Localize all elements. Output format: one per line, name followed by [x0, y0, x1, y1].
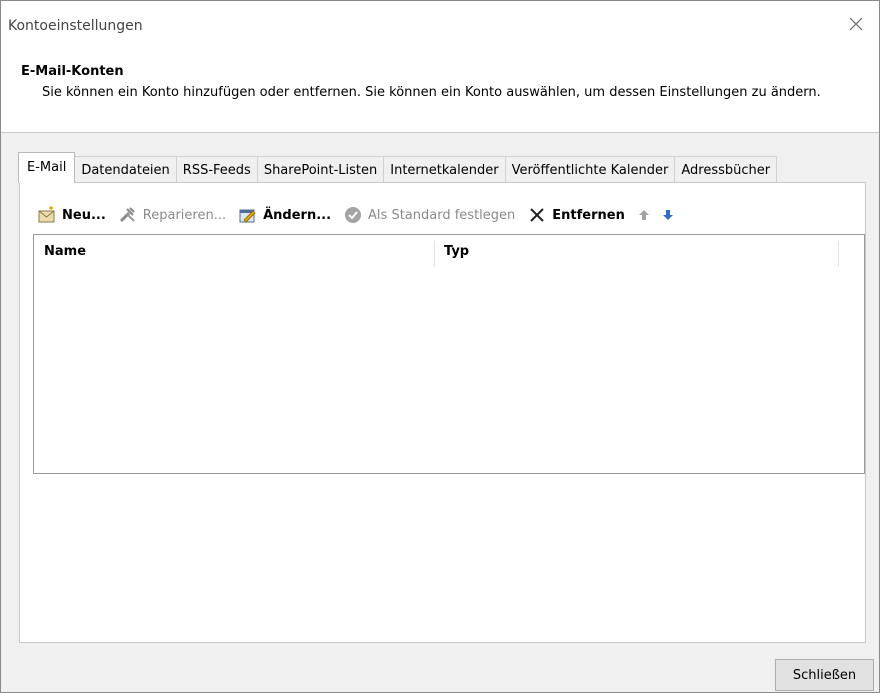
tab-strip: E-Mail Datendateien RSS-Feeds SharePoint… — [18, 152, 778, 183]
arrow-down-icon — [662, 210, 673, 220]
column-header-type[interactable]: Typ — [444, 235, 469, 268]
close-button[interactable]: Schließen — [775, 659, 874, 691]
column-divider[interactable] — [434, 241, 435, 267]
tab-sharepoint-lists[interactable]: SharePoint-Listen — [256, 156, 385, 183]
tab-internet-calendars[interactable]: Internetkalender — [383, 156, 506, 183]
section-description: Sie können ein Konto hinzufügen oder ent… — [42, 85, 821, 100]
change-label: Ändern... — [263, 207, 332, 223]
move-down-button[interactable] — [660, 207, 676, 223]
column-divider[interactable] — [838, 241, 839, 267]
close-x-icon — [526, 204, 548, 226]
accounts-list[interactable]: Name Typ — [33, 234, 865, 474]
tab-published-calendars[interactable]: Veröffentlichte Kalender — [504, 156, 676, 183]
change-button[interactable]: Ändern... — [237, 204, 331, 226]
remove-label: Entfernen — [552, 207, 625, 223]
close-icon — [849, 17, 863, 31]
tab-rss-feeds[interactable]: RSS-Feeds — [175, 156, 258, 183]
repair-tools-icon — [117, 204, 139, 226]
repair-label: Reparieren... — [142, 207, 227, 223]
column-header-name[interactable]: Name — [44, 235, 86, 268]
section-title: E-Mail-Konten — [21, 64, 124, 79]
set-default-button[interactable]: Als Standard festlegen — [342, 204, 515, 226]
tab-data-files[interactable]: Datendateien — [74, 156, 177, 183]
new-account-button[interactable]: Neu... — [36, 204, 106, 226]
tab-address-books[interactable]: Adressbücher — [674, 156, 778, 183]
arrow-up-icon — [638, 210, 649, 220]
set-default-label: Als Standard festlegen — [368, 207, 516, 223]
change-settings-icon — [237, 204, 259, 226]
toolbar: Neu... Reparieren... Ändern... Als Stand… — [36, 199, 855, 231]
title-bar: Kontoeinstellungen — [1, 1, 879, 37]
window-title: Kontoeinstellungen — [8, 18, 143, 34]
move-up-button[interactable] — [636, 207, 652, 223]
account-settings-dialog: Kontoeinstellungen E-Mail-Konten Sie kön… — [0, 0, 880, 693]
check-circle-icon — [342, 204, 364, 226]
tab-email[interactable]: E-Mail — [18, 152, 76, 183]
email-tab-panel: Neu... Reparieren... Ändern... Als Stand… — [19, 182, 866, 643]
new-mail-icon — [36, 204, 58, 226]
repair-button[interactable]: Reparieren... — [117, 204, 226, 226]
new-account-label: Neu... — [62, 207, 106, 223]
dialog-header: E-Mail-Konten Sie können ein Konto hinzu… — [1, 37, 879, 133]
remove-button[interactable]: Entfernen — [526, 204, 625, 226]
